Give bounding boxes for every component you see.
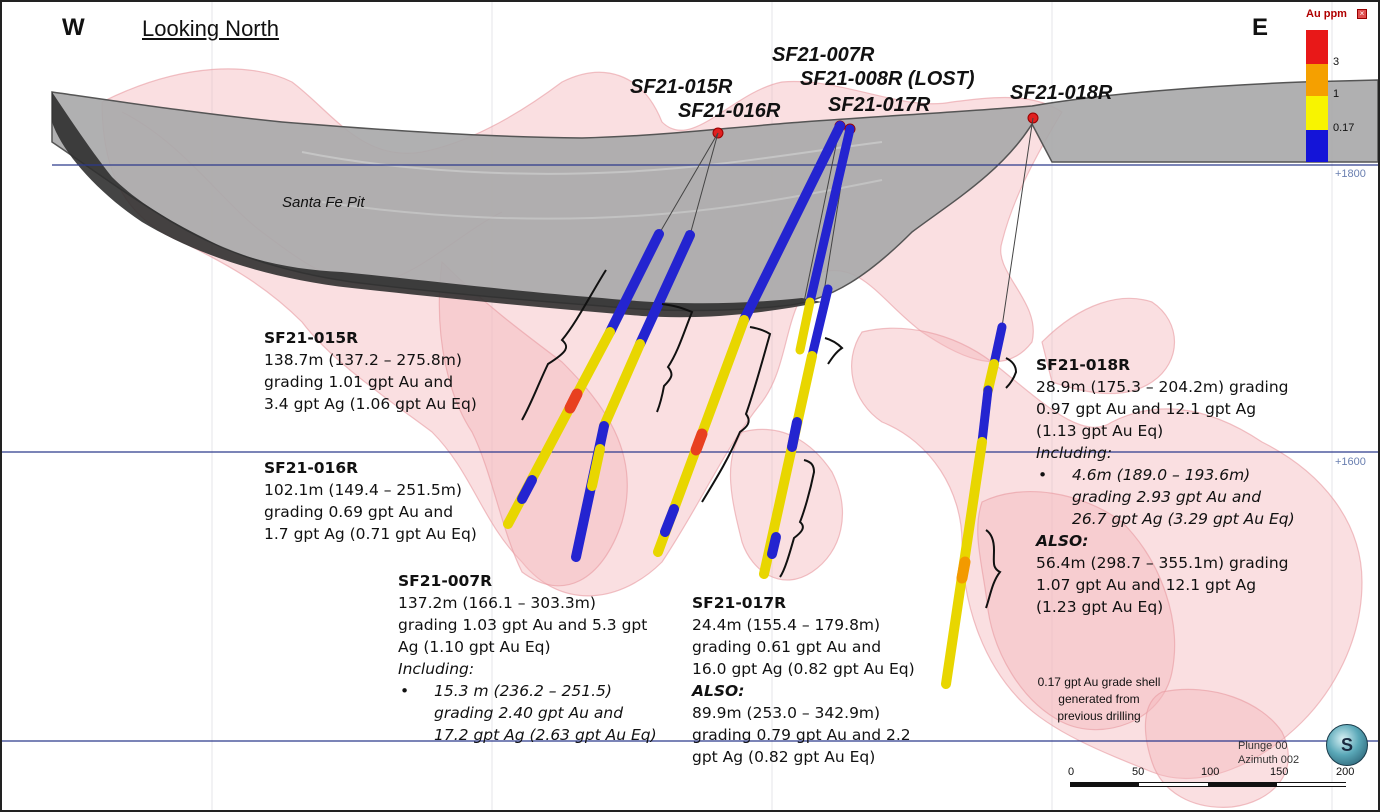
result-018r-sub-line: grading 2.93 gpt Au and xyxy=(1072,488,1262,506)
result-016r-title: SF21-016R xyxy=(264,459,359,477)
azimuth-readout: Azimuth 002 xyxy=(1238,754,1300,766)
hole-label-015r: SF21-015R xyxy=(630,76,733,98)
result-017r-line: 16.0 gpt Ag (0.82 gpt Au Eq) xyxy=(692,660,915,678)
hole-label-017r: SF21-017R xyxy=(828,94,931,116)
result-015r-line: 138.7m (137.2 – 275.8m) xyxy=(264,351,462,369)
elevation-1600-label: +1600 xyxy=(1335,456,1366,468)
legend-swatch-base xyxy=(1306,130,1328,162)
au-ppm-legend: Au ppm × 3 1 0.17 xyxy=(1302,6,1368,166)
result-007r-sub-line: 15.3 m (236.2 – 251.5) xyxy=(398,680,657,702)
result-017r-line2: gpt Ag (0.82 gpt Au Eq) xyxy=(692,748,876,766)
result-018r-also: ALSO: xyxy=(1036,532,1089,550)
result-017r-title: SF21-017R xyxy=(692,594,787,612)
result-018r: SF21-018R 28.9m (175.3 – 204.2m) grading… xyxy=(1036,354,1295,618)
result-017r-line: grading 0.61 gpt Au and xyxy=(692,638,882,656)
result-007r-title: SF21-007R xyxy=(398,572,493,590)
orientation-compass-icon[interactable]: S xyxy=(1326,724,1368,766)
result-017r: SF21-017R 24.4m (155.4 – 179.8m) grading… xyxy=(692,592,915,768)
legend-swatch-mid xyxy=(1306,64,1328,96)
result-016r-line: 1.7 gpt Ag (0.71 gpt Au Eq) xyxy=(264,525,477,543)
legend-swatch-high xyxy=(1306,30,1328,64)
result-018r-line2: (1.23 gpt Au Eq) xyxy=(1036,598,1164,616)
legend-level-017: 0.17 xyxy=(1333,122,1355,134)
scale-tick-label: 150 xyxy=(1270,766,1289,778)
result-017r-line2: 89.9m (253.0 – 342.9m) xyxy=(692,704,881,722)
scale-bar xyxy=(1070,782,1346,787)
result-007r-sub-line: grading 2.40 gpt Au and xyxy=(434,704,624,722)
result-018r-line2: 1.07 gpt Au and 12.1 gpt Ag xyxy=(1036,576,1257,594)
scale-tick-label: 0 xyxy=(1068,766,1075,778)
hole-label-007r: SF21-007R xyxy=(772,44,875,66)
legend-close-icon[interactable]: × xyxy=(1357,9,1367,19)
hole-label-018r: SF21-018R xyxy=(1010,82,1113,104)
result-017r-line: 24.4m (155.4 – 179.8m) xyxy=(692,616,881,634)
hole-label-016r: SF21-016R xyxy=(678,100,781,122)
grade-shell-note: 0.17 gpt Au grade shell generated from p… xyxy=(1004,674,1194,725)
result-016r-line: grading 0.69 gpt Au and xyxy=(264,503,454,521)
result-015r: SF21-015R 138.7m (137.2 – 275.8m) gradin… xyxy=(264,327,477,415)
legend-title: Au ppm xyxy=(1306,8,1347,20)
pit-label: Santa Fe Pit xyxy=(282,194,365,211)
result-015r-line: grading 1.01 gpt Au and xyxy=(264,373,454,391)
east-label: E xyxy=(1252,14,1269,41)
result-007r-line: 137.2m (166.1 – 303.3m) xyxy=(398,594,596,612)
result-015r-line: 3.4 gpt Ag (1.06 gpt Au Eq) xyxy=(264,395,477,413)
result-007r: SF21-007R 137.2m (166.1 – 303.3m) gradin… xyxy=(398,570,657,746)
result-018r-line: 28.9m (175.3 – 204.2m) grading xyxy=(1036,378,1289,396)
grade-shell-note-line: previous drilling xyxy=(1057,709,1141,723)
result-007r-line: Ag (1.10 gpt Au Eq) xyxy=(398,638,551,656)
grade-shell-note-line: 0.17 gpt Au grade shell xyxy=(1037,675,1161,689)
scale-tick-label: 100 xyxy=(1201,766,1220,778)
result-007r-line: grading 1.03 gpt Au and 5.3 gpt xyxy=(398,616,648,634)
west-label: W xyxy=(62,14,85,41)
result-007r-sub-line: 17.2 gpt Ag (2.63 gpt Au Eq) xyxy=(434,726,657,744)
elevation-1800-label: +1800 xyxy=(1335,168,1366,180)
view-title: Looking North xyxy=(142,16,279,41)
legend-level-3: 3 xyxy=(1333,56,1340,68)
scale-tick-label: 200 xyxy=(1336,766,1355,778)
result-018r-title: SF21-018R xyxy=(1036,356,1131,374)
result-018r-sub-line: 26.7 gpt Ag (3.29 gpt Au Eq) xyxy=(1072,510,1295,528)
result-016r-line: 102.1m (149.4 – 251.5m) xyxy=(264,481,462,499)
result-018r-line: (1.13 gpt Au Eq) xyxy=(1036,422,1164,440)
scale-tick-label: 50 xyxy=(1132,766,1145,778)
legend-level-1: 1 xyxy=(1333,88,1340,100)
plunge-readout: Plunge 00 xyxy=(1238,740,1288,752)
legend-swatch-low xyxy=(1306,96,1328,130)
result-015r-title: SF21-015R xyxy=(264,329,359,347)
result-018r-line2: 56.4m (298.7 – 355.1m) grading xyxy=(1036,554,1289,572)
result-018r-line: 0.97 gpt Au and 12.1 gpt Ag xyxy=(1036,400,1257,418)
result-018r-sub-line: 4.6m (189.0 – 193.6m) xyxy=(1036,464,1295,486)
result-007r-including: Including: xyxy=(398,660,475,678)
result-016r: SF21-016R 102.1m (149.4 – 251.5m) gradin… xyxy=(264,457,477,545)
hole-label-008r: SF21-008R (LOST) xyxy=(800,68,975,90)
result-017r-line2: grading 0.79 gpt Au and 2.2 xyxy=(692,726,911,744)
result-018r-including: Including: xyxy=(1036,444,1113,462)
section-view: W Looking North E Santa Fe Pit +1800 +16… xyxy=(0,0,1380,812)
result-017r-also: ALSO: xyxy=(692,682,745,700)
grade-shell-note-line: generated from xyxy=(1058,692,1140,706)
